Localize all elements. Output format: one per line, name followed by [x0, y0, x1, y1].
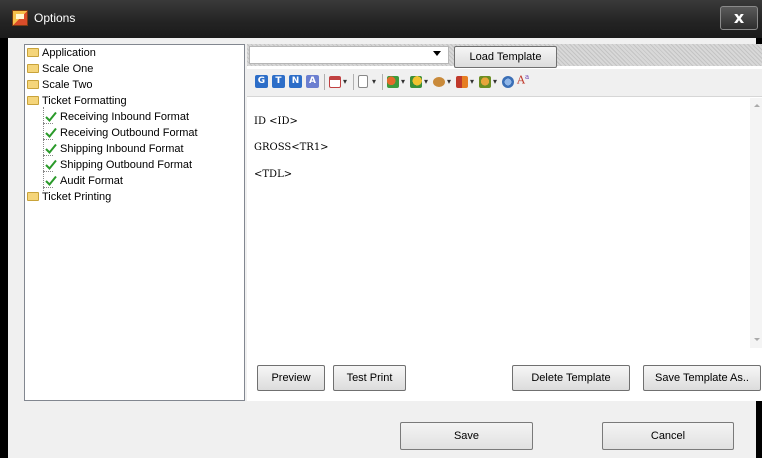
chevron-down-icon[interactable]: ▾ — [447, 75, 451, 89]
field-n-button[interactable]: N — [289, 75, 302, 88]
folder-icon — [27, 95, 39, 105]
tree-item-shipping-outbound-format[interactable]: Shipping Outbound Format — [45, 158, 192, 173]
chevron-down-icon[interactable]: ▾ — [470, 75, 474, 89]
checkmark-icon — [45, 159, 57, 170]
chevron-down-icon[interactable]: ▾ — [424, 75, 428, 89]
field-g-button[interactable]: G — [255, 75, 268, 88]
page-icon[interactable] — [358, 75, 368, 88]
tree-item-label: Ticket Printing — [42, 191, 112, 203]
tree-item-label: Scale Two — [42, 79, 93, 91]
font-size-glyph: A — [517, 73, 525, 87]
folder-icon — [27, 191, 39, 201]
insert-shape-icon[interactable] — [410, 76, 422, 88]
chevron-down-icon[interactable]: ▾ — [401, 75, 405, 89]
tree-item-label: Receiving Outbound Format — [60, 127, 198, 139]
folder-icon — [27, 63, 39, 73]
checkmark-icon — [45, 127, 57, 138]
tree-item-label: Ticket Formatting — [42, 95, 127, 107]
field-a-button[interactable]: A — [306, 75, 319, 88]
save-button[interactable]: Save — [400, 422, 533, 450]
load-template-button[interactable]: Load Template — [454, 46, 557, 68]
chevron-down-icon[interactable]: ▾ — [343, 75, 347, 89]
tree-item-audit-format[interactable]: Audit Format — [45, 174, 123, 189]
template-line: ID <ID> — [254, 116, 298, 127]
tree-item-label: Scale One — [42, 63, 94, 75]
tree-item-label: Application — [42, 47, 96, 59]
test-print-button[interactable]: Test Print — [333, 365, 406, 391]
scroll-up-icon[interactable] — [754, 104, 760, 107]
toolbar-separator — [324, 74, 325, 90]
tree-item-receiving-outbound-format[interactable]: Receiving Outbound Format — [45, 126, 198, 141]
template-editor-panel: Load Template G T N A ▾ ▾ ▾ ▾ ▾ ▾ ▾ Aa I… — [247, 44, 762, 401]
toolbar-separator — [382, 74, 383, 90]
insert-barcode-icon[interactable] — [456, 76, 468, 88]
checkmark-icon — [45, 111, 57, 122]
chevron-down-icon — [433, 51, 441, 56]
table-icon[interactable] — [329, 76, 341, 88]
tree-item-scale-one[interactable]: Scale One — [27, 62, 93, 77]
tree-item-receiving-inbound-format[interactable]: Receiving Inbound Format — [45, 110, 189, 125]
cancel-button[interactable]: Cancel — [602, 422, 734, 450]
tree-item-label: Shipping Inbound Format — [60, 143, 184, 155]
save-template-as-button[interactable]: Save Template As.. — [643, 365, 761, 391]
window-title: Options — [34, 11, 76, 25]
options-tree: Application Scale One Scale Two Ticket F… — [24, 44, 245, 401]
insert-image-icon[interactable] — [387, 76, 399, 88]
template-select[interactable] — [249, 46, 449, 64]
globe-icon[interactable] — [502, 76, 514, 88]
insert-object-icon[interactable] — [433, 77, 445, 87]
tree-item-application[interactable]: Application — [27, 46, 96, 61]
field-t-button[interactable]: T — [272, 75, 285, 88]
toolbar-separator — [353, 74, 354, 90]
font-size-icon[interactable]: Aa — [517, 73, 529, 87]
options-dialog: Application Scale One Scale Two Ticket F… — [8, 38, 762, 458]
folder-icon — [27, 79, 39, 89]
formatting-toolbar: G T N A ▾ ▾ ▾ ▾ ▾ ▾ ▾ Aa — [247, 69, 762, 97]
tree-connector — [43, 107, 44, 191]
template-text-editor[interactable]: ID <ID> GROSS<TR1> <TDL> — [247, 98, 750, 348]
close-button[interactable]: x — [720, 6, 758, 30]
tree-item-shipping-inbound-format[interactable]: Shipping Inbound Format — [45, 142, 184, 157]
tree-item-ticket-formatting[interactable]: Ticket Formatting — [27, 94, 127, 109]
folder-icon — [27, 47, 39, 57]
title-bar: Options x — [0, 0, 762, 38]
tree-item-ticket-printing[interactable]: Ticket Printing — [27, 190, 111, 205]
tree-item-label: Receiving Inbound Format — [60, 111, 190, 123]
template-line: <TDL> — [254, 169, 293, 180]
tree-item-label: Shipping Outbound Format — [60, 159, 193, 171]
app-icon — [12, 10, 28, 26]
chevron-down-icon[interactable]: ▾ — [493, 75, 497, 89]
checkmark-icon — [45, 175, 57, 186]
template-bar: Load Template — [247, 44, 762, 68]
editor-scrollbar[interactable] — [750, 98, 762, 348]
tree-item-label: Audit Format — [60, 175, 123, 187]
scroll-down-icon[interactable] — [754, 338, 760, 341]
chevron-down-icon[interactable]: ▾ — [372, 75, 376, 89]
checkmark-icon — [45, 143, 57, 154]
delete-template-button[interactable]: Delete Template — [512, 365, 630, 391]
preview-button[interactable]: Preview — [257, 365, 325, 391]
insert-logo-icon[interactable] — [479, 76, 491, 88]
tree-item-scale-two[interactable]: Scale Two — [27, 78, 93, 93]
template-line: GROSS<TR1> — [254, 142, 329, 153]
